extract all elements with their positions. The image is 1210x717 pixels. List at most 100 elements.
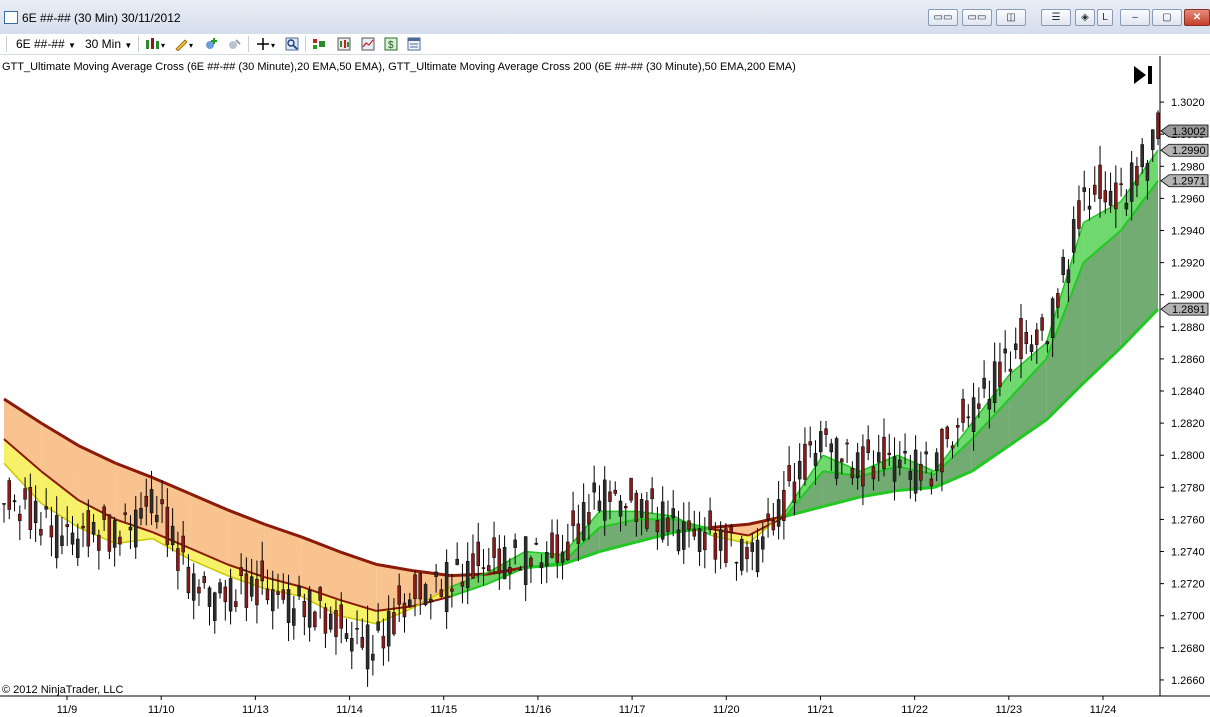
- chart-style-icon[interactable]: [337, 37, 351, 51]
- candle-body: [328, 613, 333, 630]
- candle-body: [787, 465, 791, 482]
- price-marker-label: 1.2971: [1172, 176, 1206, 188]
- candle-body: [513, 539, 517, 548]
- data-box-button[interactable]: ☰: [1041, 9, 1071, 26]
- window-titlebar: 6E ##-## (30 Min) 30/11/2012 ▭▭ ▭▭ ◫ ☰ ◈…: [0, 0, 1210, 35]
- tile-vertical-button[interactable]: ▭▭: [962, 9, 992, 26]
- link-letter-button[interactable]: L: [1097, 9, 1113, 26]
- candle-body: [555, 534, 560, 563]
- x-tick-label: 11/21: [807, 704, 834, 716]
- candle-body: [1050, 298, 1055, 338]
- y-tick-label: 1.2660: [1171, 675, 1205, 687]
- candle-body: [297, 585, 301, 597]
- candle-body: [54, 515, 59, 559]
- y-tick-label: 1.2760: [1171, 514, 1205, 526]
- candle-body: [460, 581, 465, 587]
- candle-body: [782, 489, 786, 521]
- close-button[interactable]: ✕: [1184, 9, 1210, 26]
- x-tick-label: 11/13: [242, 704, 269, 716]
- candle-body: [39, 529, 43, 536]
- candle-body: [1056, 293, 1060, 308]
- y-tick-label: 1.2980: [1171, 161, 1205, 173]
- candle-body: [977, 403, 981, 409]
- candle-body: [286, 589, 291, 624]
- y-tick-label: 1.2920: [1171, 258, 1205, 270]
- candle-body: [940, 428, 944, 473]
- bar-type-icon[interactable]: ▾: [145, 37, 167, 51]
- strategy-icon[interactable]: [312, 37, 326, 51]
- candle-body: [1129, 162, 1134, 202]
- minimize-button[interactable]: –: [1120, 9, 1150, 26]
- candle-body: [682, 521, 686, 550]
- candle-body: [292, 608, 296, 626]
- candle-body: [745, 547, 749, 560]
- candle-body: [181, 535, 185, 553]
- x-tick-label: 11/16: [525, 704, 552, 716]
- candle-body: [887, 452, 892, 455]
- properties-icon[interactable]: [407, 37, 421, 51]
- candle-body: [60, 535, 64, 546]
- dollar-icon[interactable]: $: [384, 37, 398, 51]
- candle-body: [1045, 341, 1050, 345]
- crosshair-icon[interactable]: ▾: [256, 37, 278, 51]
- candle-body: [323, 607, 328, 634]
- candle-body: [218, 582, 222, 594]
- candle-body: [687, 520, 691, 530]
- candle-body: [624, 505, 628, 509]
- candle-body: [1013, 343, 1018, 350]
- candle-body: [186, 566, 191, 594]
- y-tick-label: 1.2780: [1171, 482, 1205, 494]
- candle-body: [739, 539, 744, 571]
- instrument-selector[interactable]: 6E ##-## ▼: [16, 36, 76, 52]
- svg-text:▾: ▾: [271, 41, 275, 50]
- interval-selector[interactable]: 30 Min ▼: [85, 36, 132, 52]
- candle-body: [761, 536, 765, 550]
- candle-body: [755, 539, 760, 573]
- chart-canvas[interactable]: 1.2660 1.2680 1.2700 1.2720 1.2740 1.2760 1.27…: [0, 0, 1210, 717]
- candle-body: [724, 528, 728, 563]
- remove-indicator-icon[interactable]: [227, 37, 241, 51]
- candle-body: [666, 517, 670, 532]
- price-marker-label: 1.2990: [1172, 145, 1206, 157]
- candle-body: [344, 633, 349, 640]
- candle-body: [313, 611, 317, 628]
- candle-body: [913, 449, 918, 494]
- candle-body: [971, 397, 976, 432]
- chart-data-icon[interactable]: [361, 37, 375, 51]
- candle-body: [86, 510, 91, 547]
- add-indicator-icon[interactable]: [204, 37, 218, 51]
- candle-body: [534, 542, 538, 545]
- candle-body: [718, 529, 723, 551]
- candle-body: [797, 461, 802, 480]
- candle-body: [1008, 368, 1013, 372]
- chart-toolbar: 6E ##-## ▼ 30 Min ▼ ▾ ▾ ▾ $: [0, 34, 1210, 55]
- candle-body: [708, 510, 712, 530]
- link-window-button[interactable]: ◫: [996, 9, 1026, 26]
- x-tick-label: 11/15: [430, 704, 457, 716]
- toolbar-separator: [305, 36, 306, 52]
- candle-body: [813, 453, 818, 467]
- indicator-legend: GTT_Ultimate Moving Average Cross (6E ##…: [2, 61, 796, 73]
- candle-body: [566, 541, 570, 560]
- candle-body: [634, 492, 639, 522]
- candle-body: [255, 578, 259, 606]
- candle-body: [355, 628, 359, 630]
- candle-body: [481, 567, 486, 569]
- maximize-button[interactable]: ▢: [1152, 9, 1182, 26]
- candle-body: [97, 534, 101, 551]
- candle-body: [1019, 318, 1023, 360]
- svg-text:$: $: [388, 40, 394, 51]
- candle-body: [244, 573, 249, 608]
- zoom-icon[interactable]: [285, 37, 299, 51]
- candle-body: [1098, 164, 1102, 199]
- tile-horizontal-button[interactable]: ▭▭: [928, 9, 958, 26]
- candle-body: [360, 636, 365, 648]
- candle-body: [1103, 190, 1108, 203]
- candle-body: [18, 513, 22, 522]
- candle-body: [676, 529, 681, 552]
- draw-tool-icon[interactable]: ▾: [174, 37, 196, 51]
- candle-body: [803, 443, 807, 480]
- x-tick-label: 11/22: [901, 704, 928, 716]
- instrument-link-button[interactable]: ◈: [1075, 9, 1095, 26]
- candle-body: [871, 466, 876, 480]
